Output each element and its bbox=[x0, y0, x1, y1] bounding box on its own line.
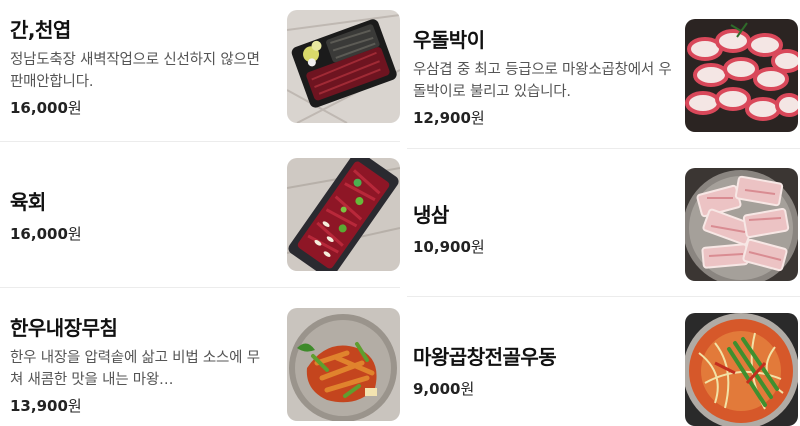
menu-item-price: 16,000원 bbox=[10, 99, 82, 117]
menu-item-image[interactable] bbox=[685, 168, 798, 281]
menu-item-name: 우돌박이 bbox=[413, 28, 485, 52]
menu-item-image[interactable] bbox=[287, 158, 400, 271]
menu-item-image[interactable] bbox=[287, 308, 400, 421]
menu-item-name: 마왕곱창전골우동 bbox=[413, 345, 557, 369]
menu-item-price: 16,000원 bbox=[10, 225, 82, 243]
menu-item-name: 한우내장무침 bbox=[10, 316, 118, 340]
menu-item-description: 정남도축장 새벽작업으로 신선하지 않으면 판매안합니다. bbox=[10, 52, 260, 90]
menu-item[interactable]: 간,천엽 정남도축장 새벽작업으로 신선하지 않으면 판매안합니다. 16,00… bbox=[0, 0, 400, 142]
menu-item[interactable]: 한우내장무침 한우 내장을 압력솥에 삶고 비법 소스에 무쳐 새콤한 맛을 내… bbox=[0, 288, 400, 426]
menu-item[interactable]: 마왕곱창전골우동 9,000원 bbox=[407, 297, 800, 426]
menu-item-image[interactable] bbox=[685, 19, 798, 132]
menu-item-info: 간,천엽 정남도축장 새벽작업으로 신선하지 않으면 판매안합니다. 16,00… bbox=[10, 14, 272, 118]
menu-item-name: 간,천엽 bbox=[10, 18, 71, 42]
menu-item-description: 우삼겹 중 최고 등급으로 마왕소곱창에서 우돌박이로 불리고 있습니다. bbox=[413, 62, 672, 100]
menu-item-info: 한우내장무침 한우 내장을 압력솥에 삶고 비법 소스에 무쳐 새콤한 맛을 내… bbox=[10, 312, 272, 416]
menu-item-info: 우돌박이 우삼겹 중 최고 등급으로 마왕소곱창에서 우돌박이로 불리고 있습니… bbox=[413, 24, 675, 128]
menu-item-price: 12,900원 bbox=[413, 109, 485, 127]
menu-item-price: 9,000원 bbox=[413, 380, 475, 398]
menu-item[interactable]: 육회 16,000원 bbox=[0, 142, 400, 288]
menu-item-info: 마왕곱창전골우동 9,000원 bbox=[413, 341, 557, 399]
menu-item-name: 육회 bbox=[10, 190, 46, 214]
menu-item-info: 냉삼 10,900원 bbox=[413, 199, 485, 257]
menu-item-price: 10,900원 bbox=[413, 238, 485, 256]
menu-item[interactable]: 냉삼 10,900원 bbox=[407, 149, 800, 297]
menu-item-image[interactable] bbox=[685, 313, 798, 426]
menu-item-info: 육회 16,000원 bbox=[10, 186, 82, 244]
menu-item-description: 한우 내장을 압력솥에 삶고 비법 소스에 무쳐 새콤한 맛을 내는 마왕… bbox=[10, 350, 260, 388]
menu-column-left: 간,천엽 정남도축장 새벽작업으로 신선하지 않으면 판매안합니다. 16,00… bbox=[0, 0, 400, 426]
menu-column-right: 우돌박이 우삼겹 중 최고 등급으로 마왕소곱창에서 우돌박이로 불리고 있습니… bbox=[407, 0, 800, 426]
menu-item-image[interactable] bbox=[287, 10, 400, 123]
menu-item[interactable]: 우돌박이 우삼겹 중 최고 등급으로 마왕소곱창에서 우돌박이로 불리고 있습니… bbox=[407, 0, 800, 149]
menu-item-name: 냉삼 bbox=[413, 203, 449, 227]
menu-item-price: 13,900원 bbox=[10, 397, 82, 415]
